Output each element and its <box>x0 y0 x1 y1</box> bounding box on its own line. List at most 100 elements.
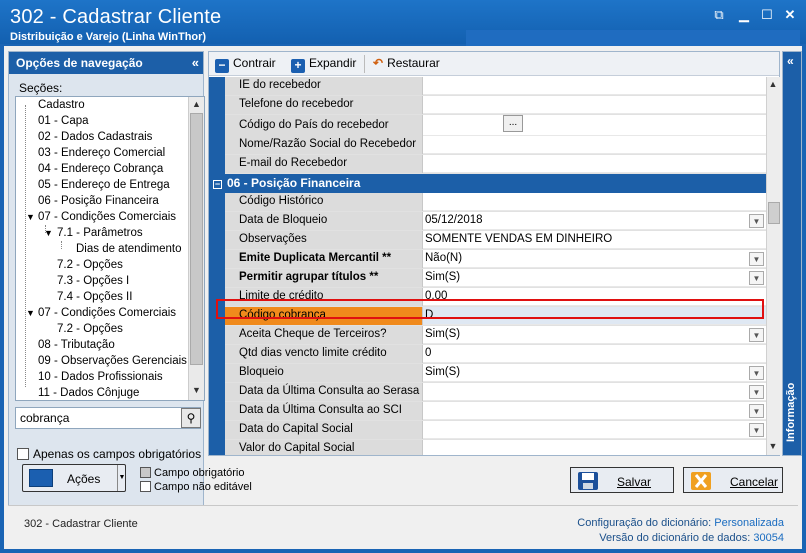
grid-row[interactable]: Bloqueio Sim(S) ▼ <box>225 364 766 383</box>
grid-row[interactable]: Emite Duplicata Mercantil ** Não(N) ▼ <box>225 250 766 269</box>
field-label: Emite Duplicata Mercantil ** <box>225 250 423 268</box>
grid-toolbar: − Contrair + Expandir ↶ Restaurar <box>209 52 779 76</box>
grid-row[interactable]: Data de Bloqueio 05/12/2018 ▼ <box>225 212 766 231</box>
field-value[interactable] <box>423 440 766 455</box>
tree-item[interactable]: 07 - Condições Comerciais <box>38 305 176 321</box>
noneditable-swatch <box>140 481 151 492</box>
tree-item[interactable]: 02 - Dados Cadastrais <box>38 129 152 145</box>
expand-button[interactable]: + Expandir <box>291 56 356 73</box>
dropdown-icon[interactable]: ▼ <box>749 271 764 285</box>
collapse-left-icon[interactable]: « <box>192 55 199 70</box>
expand-arrow-icon[interactable]: ▼ <box>26 305 35 321</box>
tree-item[interactable]: 01 - Capa <box>38 113 89 129</box>
tree-item[interactable]: 10 - Dados Profissionais <box>38 369 163 385</box>
tree-item[interactable]: 7.3 - Opções I <box>57 273 129 289</box>
tree-item[interactable]: 11 - Dados Cônjuge <box>38 385 139 400</box>
collapse-toggle-icon[interactable]: − <box>213 180 222 189</box>
info-panel[interactable]: « Informação <box>782 51 802 456</box>
scroll-thumb[interactable] <box>768 202 780 224</box>
tree-item[interactable]: 06 - Posição Financeira <box>38 193 159 209</box>
grid-row[interactable]: Aceita Cheque de Terceiros? Sim(S) ▼ <box>225 326 766 345</box>
cancel-button[interactable]: Cancelar <box>683 467 783 493</box>
save-button[interactable]: Salvar <box>570 467 674 493</box>
grid-row[interactable]: Data do Capital Social ▼ <box>225 421 766 440</box>
scroll-down-icon[interactable]: ▼ <box>767 439 779 454</box>
tree-item[interactable]: 7.2 - Opções <box>57 321 123 337</box>
scroll-up-icon[interactable]: ▲ <box>767 77 779 92</box>
section-tree[interactable]: Cadastro 01 - Capa 02 - Dados Cadastrais… <box>15 96 205 401</box>
field-value[interactable]: Sim(S) ▼ <box>423 269 766 287</box>
grid-row[interactable]: Permitir agrupar títulos ** Sim(S) ▼ <box>225 269 766 288</box>
expand-arrow-icon[interactable]: ▼ <box>44 225 53 241</box>
field-value[interactable]: ▼ <box>423 383 766 401</box>
tree-item[interactable]: 08 - Tributação <box>38 337 115 353</box>
grid-row[interactable]: Telefone do recebedor <box>225 96 766 115</box>
tree-item[interactable]: Dias de atendimento <box>76 241 181 257</box>
field-value[interactable] <box>423 155 766 173</box>
tree-item[interactable]: 03 - Endereço Comercial <box>38 145 165 161</box>
grid-row[interactable]: Código do País do recebedor... <box>225 115 766 136</box>
dropdown-icon[interactable]: ▼ <box>749 214 764 228</box>
dropdown-icon[interactable]: ▼ <box>749 423 764 437</box>
config-value: Personalizada <box>714 517 784 529</box>
dropdown-icon[interactable]: ▼ <box>749 366 764 380</box>
maximize-icon[interactable]: ☐ <box>759 8 775 22</box>
expand-right-icon[interactable]: « <box>787 54 794 68</box>
tree-item[interactable]: 7.2 - Opções <box>57 257 123 273</box>
grid-row[interactable]: E-mail do Recebedor <box>225 155 766 174</box>
dropdown-icon[interactable]: ▼ <box>749 328 764 342</box>
section-header[interactable]: −06 - Posição Financeira <box>209 174 766 193</box>
tree-item[interactable]: 09 - Observações Gerenciais <box>38 353 187 369</box>
field-value[interactable]: SOMENTE VENDAS EM DINHEIRO <box>423 231 766 249</box>
tree-scrollbar[interactable]: ▲ ▼ <box>188 97 204 400</box>
grid-row[interactable]: Código Histórico <box>225 193 766 212</box>
grid-row[interactable]: Valor do Capital Social <box>225 440 766 455</box>
tree-item[interactable]: Cadastro <box>38 97 85 113</box>
field-value[interactable] <box>423 136 766 154</box>
grid-row[interactable]: Data da Última Consulta ao Serasa ▼ <box>225 383 766 402</box>
dropdown-icon[interactable]: ▼ <box>749 252 764 266</box>
scroll-up-icon[interactable]: ▲ <box>189 97 204 112</box>
dropdown-icon[interactable]: ▼ <box>749 385 764 399</box>
tree-item[interactable]: 7.1 - Parâmetros <box>57 225 143 241</box>
field-value[interactable]: Não(N) ▼ <box>423 250 766 268</box>
grid-row[interactable]: Nome/Razão Social do Recebedor <box>225 136 766 155</box>
scroll-thumb[interactable] <box>190 113 203 365</box>
required-only-checkbox[interactable]: Apenas os campos obrigatórios <box>17 447 201 461</box>
checkbox-box[interactable] <box>17 448 29 460</box>
field-value[interactable]: 05/12/2018 ▼ <box>423 212 766 230</box>
field-value[interactable]: ▼ <box>423 421 766 439</box>
field-value[interactable]: ... <box>423 115 766 136</box>
field-value[interactable]: Sim(S) ▼ <box>423 326 766 344</box>
tree-item[interactable]: 04 - Endereço Cobrança <box>38 161 163 177</box>
grid-row[interactable]: Data da Última Consulta ao SCI ▼ <box>225 402 766 421</box>
field-value[interactable] <box>423 193 766 211</box>
search-input[interactable]: cobrança <box>15 407 201 429</box>
field-value[interactable]: Sim(S) ▼ <box>423 364 766 382</box>
restore-icon[interactable]: ⧉ <box>711 8 727 22</box>
field-value[interactable] <box>423 77 766 95</box>
actions-button[interactable]: Ações ▼ <box>22 464 126 492</box>
grid-row[interactable]: Observações SOMENTE VENDAS EM DINHEIRO <box>225 231 766 250</box>
chevron-down-icon[interactable]: ▼ <box>117 465 126 491</box>
field-value[interactable]: 0 <box>423 345 766 363</box>
version-value: 30054 <box>753 532 784 544</box>
restore-button[interactable]: ↶ Restaurar <box>373 56 440 70</box>
field-value[interactable] <box>423 96 766 114</box>
minimize-icon[interactable]: ▁ <box>736 8 752 22</box>
collapse-button[interactable]: − Contrair <box>215 56 276 73</box>
dropdown-icon[interactable]: ▼ <box>749 404 764 418</box>
ellipsis-button[interactable]: ... <box>503 115 523 132</box>
field-label: Código do País do recebedor <box>225 115 423 136</box>
grid-row[interactable]: Qtd dias vencto limite crédito 0 <box>225 345 766 364</box>
search-icon[interactable]: ⚲ <box>181 408 201 428</box>
grid-scrollbar[interactable]: ▲ ▼ <box>766 77 780 455</box>
tree-item[interactable]: 05 - Endereço de Entrega <box>38 177 170 193</box>
scroll-down-icon[interactable]: ▼ <box>189 383 204 398</box>
close-icon[interactable]: ✕ <box>782 8 798 22</box>
tree-item[interactable]: 7.4 - Opções II <box>57 289 132 305</box>
expand-arrow-icon[interactable]: ▼ <box>26 209 35 225</box>
grid-row[interactable]: IE do recebedor <box>225 77 766 96</box>
tree-item[interactable]: 07 - Condições Comerciais <box>38 209 176 225</box>
field-value[interactable]: ▼ <box>423 402 766 420</box>
